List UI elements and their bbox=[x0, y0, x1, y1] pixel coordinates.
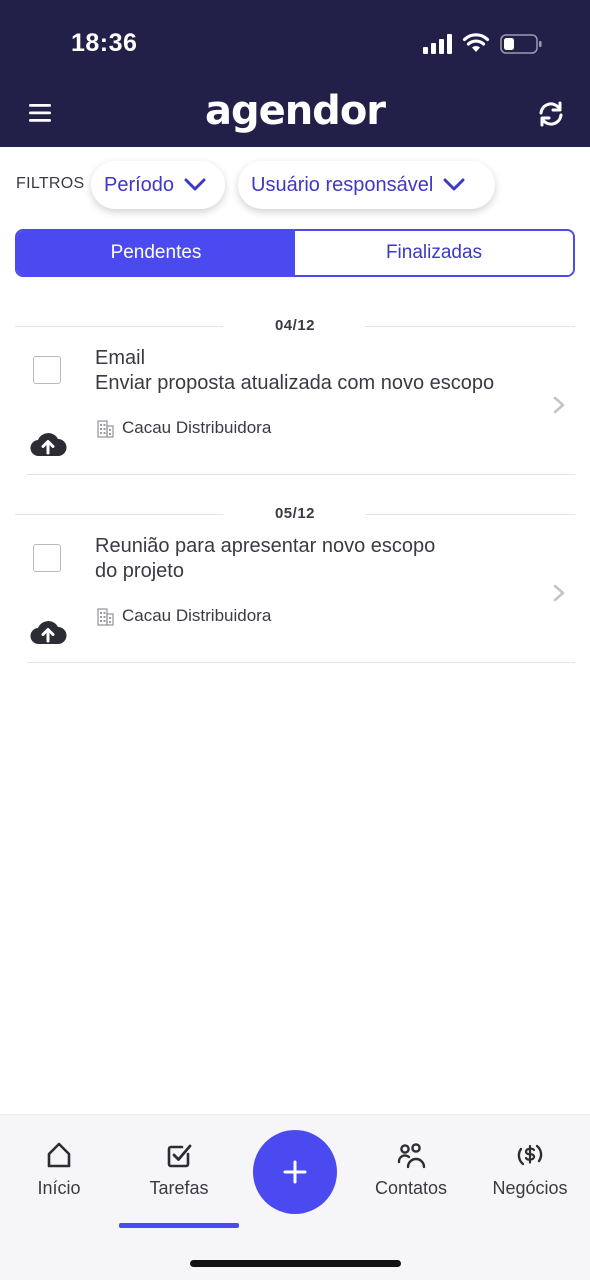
period-filter-chip[interactable]: Período bbox=[91, 161, 225, 209]
tab-contatos[interactable]: Contatos bbox=[366, 1140, 456, 1199]
task-check-icon bbox=[167, 1144, 192, 1168]
task-company: Cacau Distribuidora bbox=[95, 606, 271, 626]
agendor-logo: agendor bbox=[204, 88, 386, 134]
home-icon bbox=[47, 1142, 71, 1168]
chevron-down-icon bbox=[443, 178, 465, 191]
add-button[interactable] bbox=[253, 1130, 337, 1214]
period-filter-label: Período bbox=[104, 173, 175, 196]
cloud-upload-icon bbox=[30, 433, 67, 457]
tab-contatos-label: Contatos bbox=[374, 1178, 448, 1198]
sync-button[interactable] bbox=[535, 98, 567, 130]
tab-negocios[interactable]: Negócios bbox=[486, 1140, 574, 1199]
plus-icon bbox=[283, 1160, 307, 1184]
chevron-right-icon bbox=[553, 396, 565, 414]
divider bbox=[365, 326, 575, 327]
company-name: Cacau Distribuidora bbox=[122, 418, 272, 437]
tab-tarefas[interactable]: Tarefas bbox=[129, 1140, 229, 1199]
tab-pendentes[interactable]: Pendentes bbox=[17, 231, 295, 275]
task-company: Cacau Distribuidora bbox=[95, 418, 271, 438]
status-segmented-control: Pendentes Finalizadas bbox=[15, 229, 575, 277]
company-name: Cacau Distribuidora bbox=[122, 606, 272, 625]
divider bbox=[27, 474, 575, 475]
tab-inicio-label: Início bbox=[37, 1178, 81, 1198]
chevron-down-icon bbox=[184, 178, 206, 191]
signal-icon bbox=[423, 34, 452, 54]
deals-icon bbox=[517, 1144, 543, 1166]
task-title: Reunião para apresentar novo escopo bbox=[95, 535, 436, 557]
user-filter-label: Usuário responsável bbox=[251, 173, 434, 196]
building-icon bbox=[97, 420, 114, 438]
active-tab-indicator bbox=[119, 1223, 239, 1228]
building-icon bbox=[97, 608, 114, 626]
task-description: do projeto bbox=[95, 560, 184, 582]
chevron-right-icon bbox=[553, 584, 565, 602]
task-description: Enviar proposta atualizada com novo esco… bbox=[95, 372, 495, 394]
cloud-upload-icon bbox=[30, 621, 67, 645]
date-separator: 04/12 bbox=[15, 316, 575, 336]
tab-finalizadas[interactable]: Finalizadas bbox=[295, 231, 573, 275]
task-checkbox[interactable] bbox=[33, 356, 61, 384]
date-separator: 05/12 bbox=[15, 504, 575, 524]
filters-label: FILTROS bbox=[16, 175, 85, 192]
task-title: Email bbox=[95, 347, 146, 369]
status-time: 18:36 bbox=[71, 29, 138, 57]
tab-tarefas-label: Tarefas bbox=[149, 1178, 209, 1198]
wifi-icon bbox=[462, 33, 490, 52]
user-filter-chip[interactable]: Usuário responsável bbox=[238, 161, 495, 209]
task-item[interactable]: Email Enviar proposta atualizada com nov… bbox=[15, 340, 575, 476]
divider bbox=[365, 514, 575, 515]
tab-negocios-label: Negócios bbox=[492, 1178, 568, 1198]
task-checkbox[interactable] bbox=[33, 544, 61, 572]
task-item[interactable]: Reunião para apresentar novo escopo do p… bbox=[15, 528, 575, 664]
divider bbox=[27, 662, 575, 663]
battery-icon bbox=[500, 34, 542, 54]
home-indicator bbox=[190, 1260, 401, 1267]
contacts-icon bbox=[397, 1143, 426, 1169]
tab-inicio[interactable]: Início bbox=[19, 1140, 99, 1199]
